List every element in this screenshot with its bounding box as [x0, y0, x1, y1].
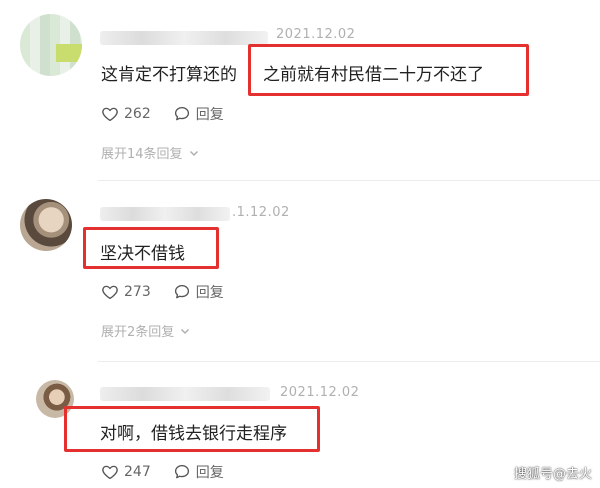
reply-label: 回复 [195, 107, 224, 123]
avatar[interactable] [20, 199, 72, 251]
expand-replies-link[interactable]: 展开14条回复 [101, 143, 199, 162]
chevron-down-icon [180, 326, 190, 336]
username-blurred[interactable] [100, 31, 268, 45]
heart-icon[interactable] [101, 105, 119, 123]
comment-item: 2021.12.02 对啊，借钱去银行走程序 247 回复 [0, 362, 600, 488]
like-count: 247 [124, 464, 151, 480]
comment-item: 2021.12.02 这肯定不打算还的 之前就有村民借二十万不还了 262 回复… [0, 0, 600, 180]
reply-button[interactable]: 回复 [173, 104, 224, 124]
comment-text-highlighted: 之前就有村民借二十万不还了 [263, 65, 484, 85]
like-count: 262 [124, 106, 151, 122]
comment-text: 这肯定不打算还的 [101, 65, 237, 85]
heart-icon[interactable] [101, 463, 119, 481]
comment-bubble-icon [173, 463, 191, 481]
comment-text-highlighted: 对啊，借钱去银行走程序 [100, 424, 287, 444]
expand-replies-label: 展开14条回复 [101, 147, 183, 162]
username-blurred[interactable] [100, 207, 230, 221]
comment-timestamp: .1.12.02 [232, 205, 290, 220]
watermark: 搜狐号@去火 [513, 467, 592, 482]
reply-button[interactable]: 回复 [173, 282, 224, 302]
reply-button[interactable]: 回复 [173, 462, 224, 482]
expand-replies-link[interactable]: 展开2条回复 [101, 321, 190, 340]
comment-timestamp: 2021.12.02 [276, 27, 356, 42]
heart-icon[interactable] [101, 283, 119, 301]
comment-item: .1.12.02 坚决不借钱 273 回复 展开2条回复 [0, 181, 600, 361]
chevron-down-icon [189, 148, 199, 158]
comment-bubble-icon [173, 105, 191, 123]
like-count: 273 [124, 284, 151, 300]
reply-label: 回复 [195, 465, 224, 481]
comment-text-highlighted: 坚决不借钱 [100, 244, 185, 264]
comment-actions: 273 回复 [101, 282, 224, 302]
comment-timestamp: 2021.12.02 [280, 385, 360, 400]
expand-replies-label: 展开2条回复 [101, 325, 175, 340]
comment-bubble-icon [173, 283, 191, 301]
comment-actions: 247 回复 [101, 462, 224, 482]
username-blurred[interactable] [100, 387, 270, 401]
comment-actions: 262 回复 [101, 104, 224, 124]
avatar[interactable] [20, 14, 82, 76]
reply-label: 回复 [195, 285, 224, 301]
